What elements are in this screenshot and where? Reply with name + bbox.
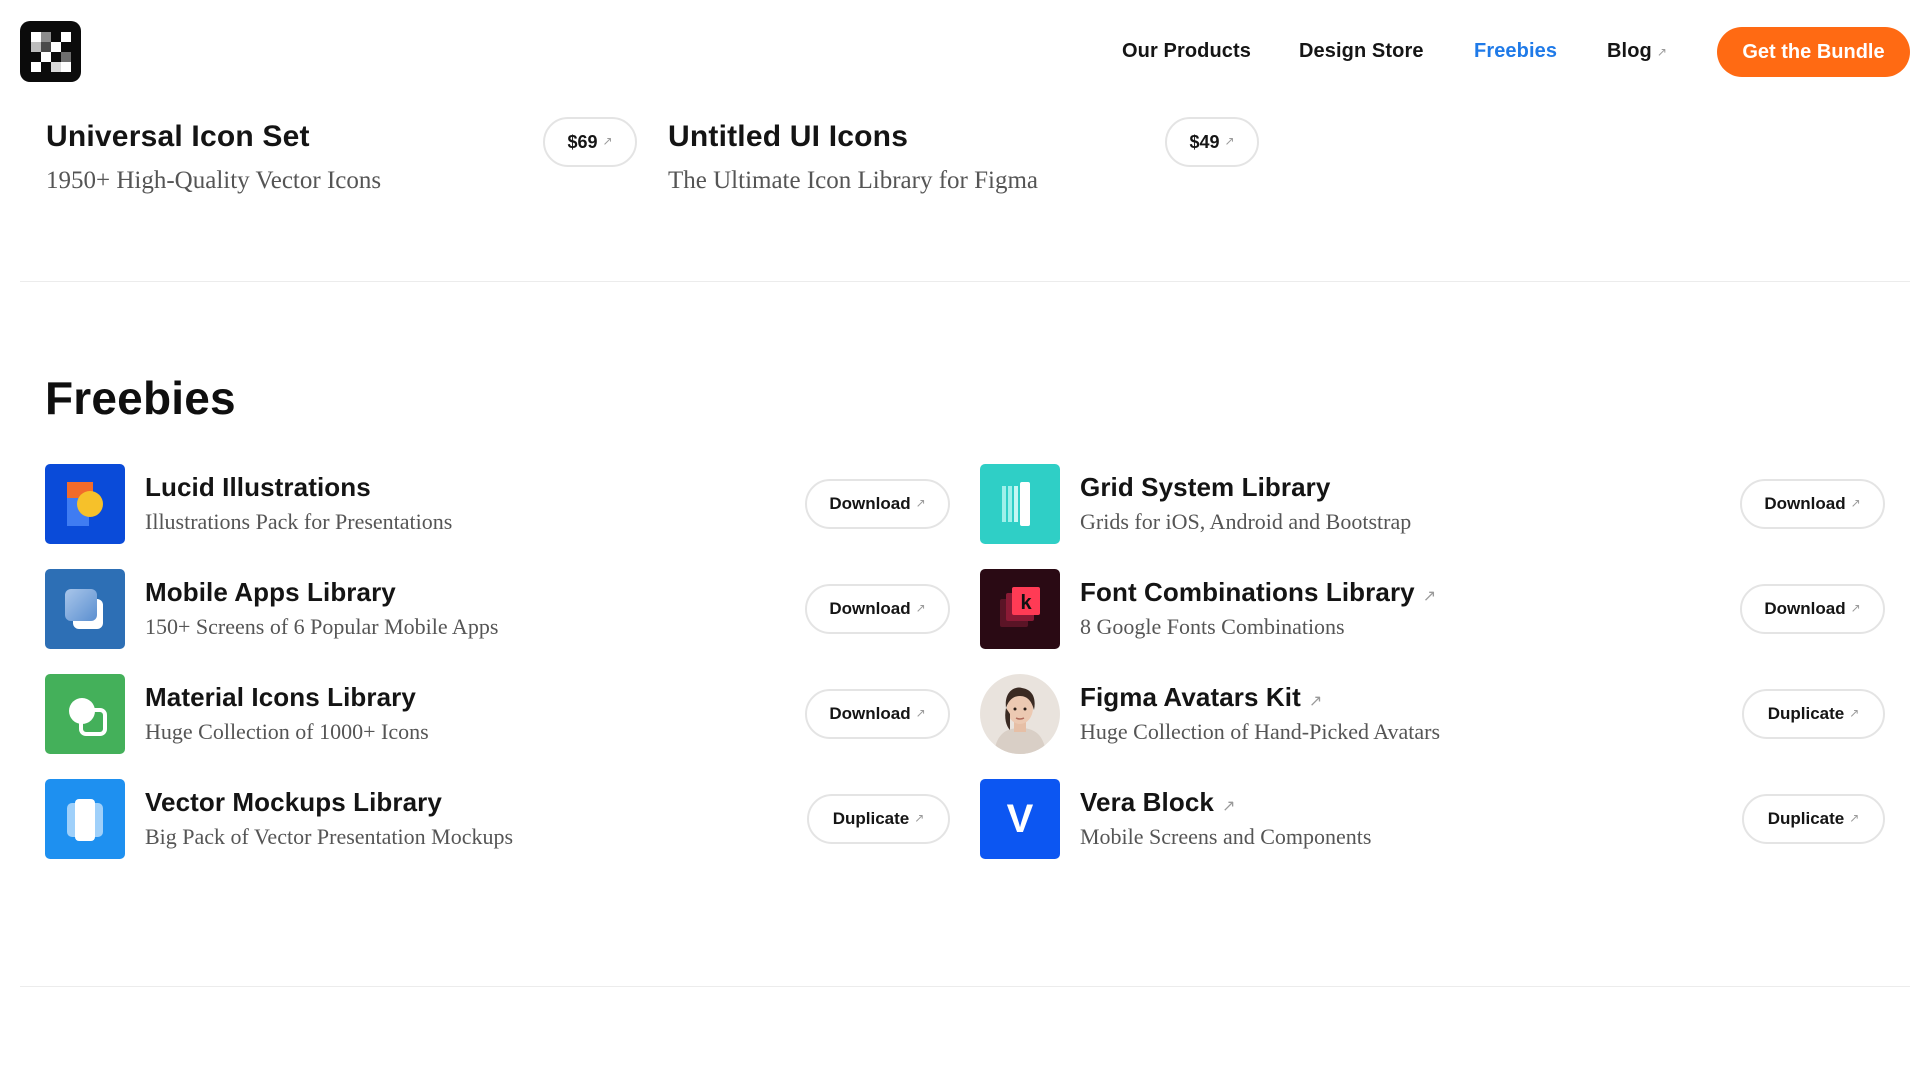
duplicate-label: Duplicate: [1767, 704, 1845, 723]
freebie-subtitle: Mobile Screens and Components: [1080, 824, 1372, 849]
download-label: Download: [1764, 599, 1846, 618]
external-link-icon: ↗: [915, 601, 926, 615]
download-label: Download: [829, 599, 911, 618]
freebie-title[interactable]: Mobile Apps Library: [145, 577, 396, 608]
freebie-subtitle: 8 Google Fonts Combinations: [1080, 614, 1345, 639]
duplicate-label: Duplicate: [832, 809, 910, 828]
duplicate-button[interactable]: Duplicate ↗: [1742, 794, 1885, 844]
freebie-title[interactable]: Vector Mockups Library: [145, 787, 442, 818]
freebie-grid-system-library: Grid System Library Grids for iOS, Andro…: [980, 464, 1885, 544]
external-link-icon: ↗: [915, 706, 926, 720]
external-link-icon: ↗: [1308, 693, 1323, 710]
freebie-subtitle: Big Pack of Vector Presentation Mockups: [145, 824, 514, 849]
grid-system-icon: [980, 464, 1060, 544]
freebie-subtitle: Huge Collection of Hand-Picked Avatars: [1080, 719, 1441, 744]
external-link-icon: ↗: [1422, 588, 1437, 605]
external-link-icon: ↗: [1850, 496, 1861, 510]
freebie-font-combinations-library: k Font Combinations Library ↗ 8 Google Fo…: [980, 569, 1885, 649]
nav-blog[interactable]: Blog ↗: [1607, 40, 1667, 63]
freebie-title[interactable]: Font Combinations Library ↗: [1080, 577, 1436, 608]
external-link-icon: ↗: [1850, 601, 1861, 615]
freebie-subtitle: Illustrations Pack for Presentations: [145, 509, 453, 534]
duplicate-button[interactable]: Duplicate ↗: [807, 794, 950, 844]
external-link-icon: ↗: [1656, 45, 1667, 59]
font-icon-letter: k: [1020, 592, 1032, 614]
external-link-icon: ↗: [602, 134, 613, 148]
freebie-mobile-apps-library: Mobile Apps Library 150+ Screens of 6 Po…: [45, 569, 950, 649]
price-button-untitled-ui-icons[interactable]: $49 ↗: [1165, 117, 1259, 167]
nav-blog-label: Blog: [1607, 40, 1652, 62]
price-label: $49: [1189, 131, 1220, 152]
freebie-title[interactable]: Lucid Illustrations: [145, 472, 371, 503]
price-button-universal-icon-set[interactable]: $69 ↗: [543, 117, 637, 167]
external-link-icon: ↗: [914, 811, 925, 825]
nav-design-store[interactable]: Design Store: [1299, 40, 1424, 63]
freebie-vector-mockups-library: Vector Mockups Library Big Pack of Vecto…: [45, 779, 950, 859]
freebie-material-icons-library: Material Icons Library Huge Collection o…: [45, 674, 950, 754]
product-title: Universal Icon Set: [46, 120, 310, 153]
nav-our-products[interactable]: Our Products: [1122, 40, 1251, 63]
duplicate-button[interactable]: Duplicate ↗: [1742, 689, 1885, 739]
material-icons-icon: [45, 674, 125, 754]
product-universal-icon-set[interactable]: Universal Icon Set 1950+ High-Quality Ve…: [46, 120, 381, 195]
download-button[interactable]: Download ↗: [805, 584, 950, 634]
freebie-title-text: Font Combinations Library: [1080, 577, 1415, 607]
freebie-subtitle: Huge Collection of 1000+ Icons: [145, 719, 429, 744]
font-combinations-icon: k: [980, 569, 1060, 649]
product-untitled-ui-icons[interactable]: Untitled UI Icons The Ultimate Icon Libr…: [668, 120, 1038, 195]
section-divider: [20, 986, 1910, 987]
freebie-title[interactable]: Material Icons Library: [145, 682, 416, 713]
download-label: Download: [829, 494, 911, 513]
mobile-apps-icon: [45, 569, 125, 649]
avatar-photo: [980, 674, 1060, 754]
external-link-icon: ↗: [915, 496, 926, 510]
external-link-icon: ↗: [1849, 706, 1860, 720]
freebie-title[interactable]: Grid System Library: [1080, 472, 1330, 503]
get-bundle-button[interactable]: Get the Bundle: [1717, 27, 1910, 77]
download-button[interactable]: Download ↗: [805, 689, 950, 739]
external-link-icon: ↗: [1224, 134, 1235, 148]
freebie-lucid-illustrations: Lucid Illustrations Illustrations Pack f…: [45, 464, 950, 544]
vera-block-icon: V: [980, 779, 1060, 859]
freebie-title-text: Figma Avatars Kit: [1080, 682, 1301, 712]
price-label: $69: [567, 131, 598, 152]
freebie-title-text: Vera Block: [1080, 787, 1214, 817]
site-logo[interactable]: [20, 21, 81, 82]
nav-freebies[interactable]: Freebies: [1474, 40, 1557, 63]
download-label: Download: [829, 704, 911, 723]
external-link-icon: ↗: [1849, 811, 1860, 825]
download-button[interactable]: Download ↗: [1740, 584, 1885, 634]
freebie-figma-avatars-kit: Figma Avatars Kit ↗ Huge Collection of Ha…: [980, 674, 1885, 754]
lucid-illustrations-icon: [45, 464, 125, 544]
product-title: Untitled UI Icons: [668, 120, 909, 153]
section-divider: [20, 281, 1910, 282]
freebie-title[interactable]: Vera Block ↗: [1080, 787, 1236, 818]
freebie-vera-block: V Vera Block ↗ Mobile Screens and Compone…: [980, 779, 1885, 859]
product-subtitle: The Ultimate Icon Library for Figma: [668, 167, 1039, 194]
external-link-icon: ↗: [1221, 798, 1236, 815]
freebie-title[interactable]: Figma Avatars Kit ↗: [1080, 682, 1322, 713]
product-subtitle: 1950+ High-Quality Vector Icons: [46, 167, 382, 194]
download-button[interactable]: Download ↗: [1740, 479, 1885, 529]
duplicate-label: Duplicate: [1767, 809, 1845, 828]
download-button[interactable]: Download ↗: [805, 479, 950, 529]
freebie-subtitle: 150+ Screens of 6 Popular Mobile Apps: [145, 614, 499, 639]
vector-mockups-icon: [45, 779, 125, 859]
vera-block-letter: V: [1006, 796, 1034, 841]
freebie-subtitle: Grids for iOS, Android and Bootstrap: [1080, 509, 1412, 534]
site-header: Our Products Design Store Freebies Blog ↗…: [0, 0, 1920, 104]
freebies-heading: Freebies: [45, 372, 236, 424]
download-label: Download: [1764, 494, 1846, 513]
